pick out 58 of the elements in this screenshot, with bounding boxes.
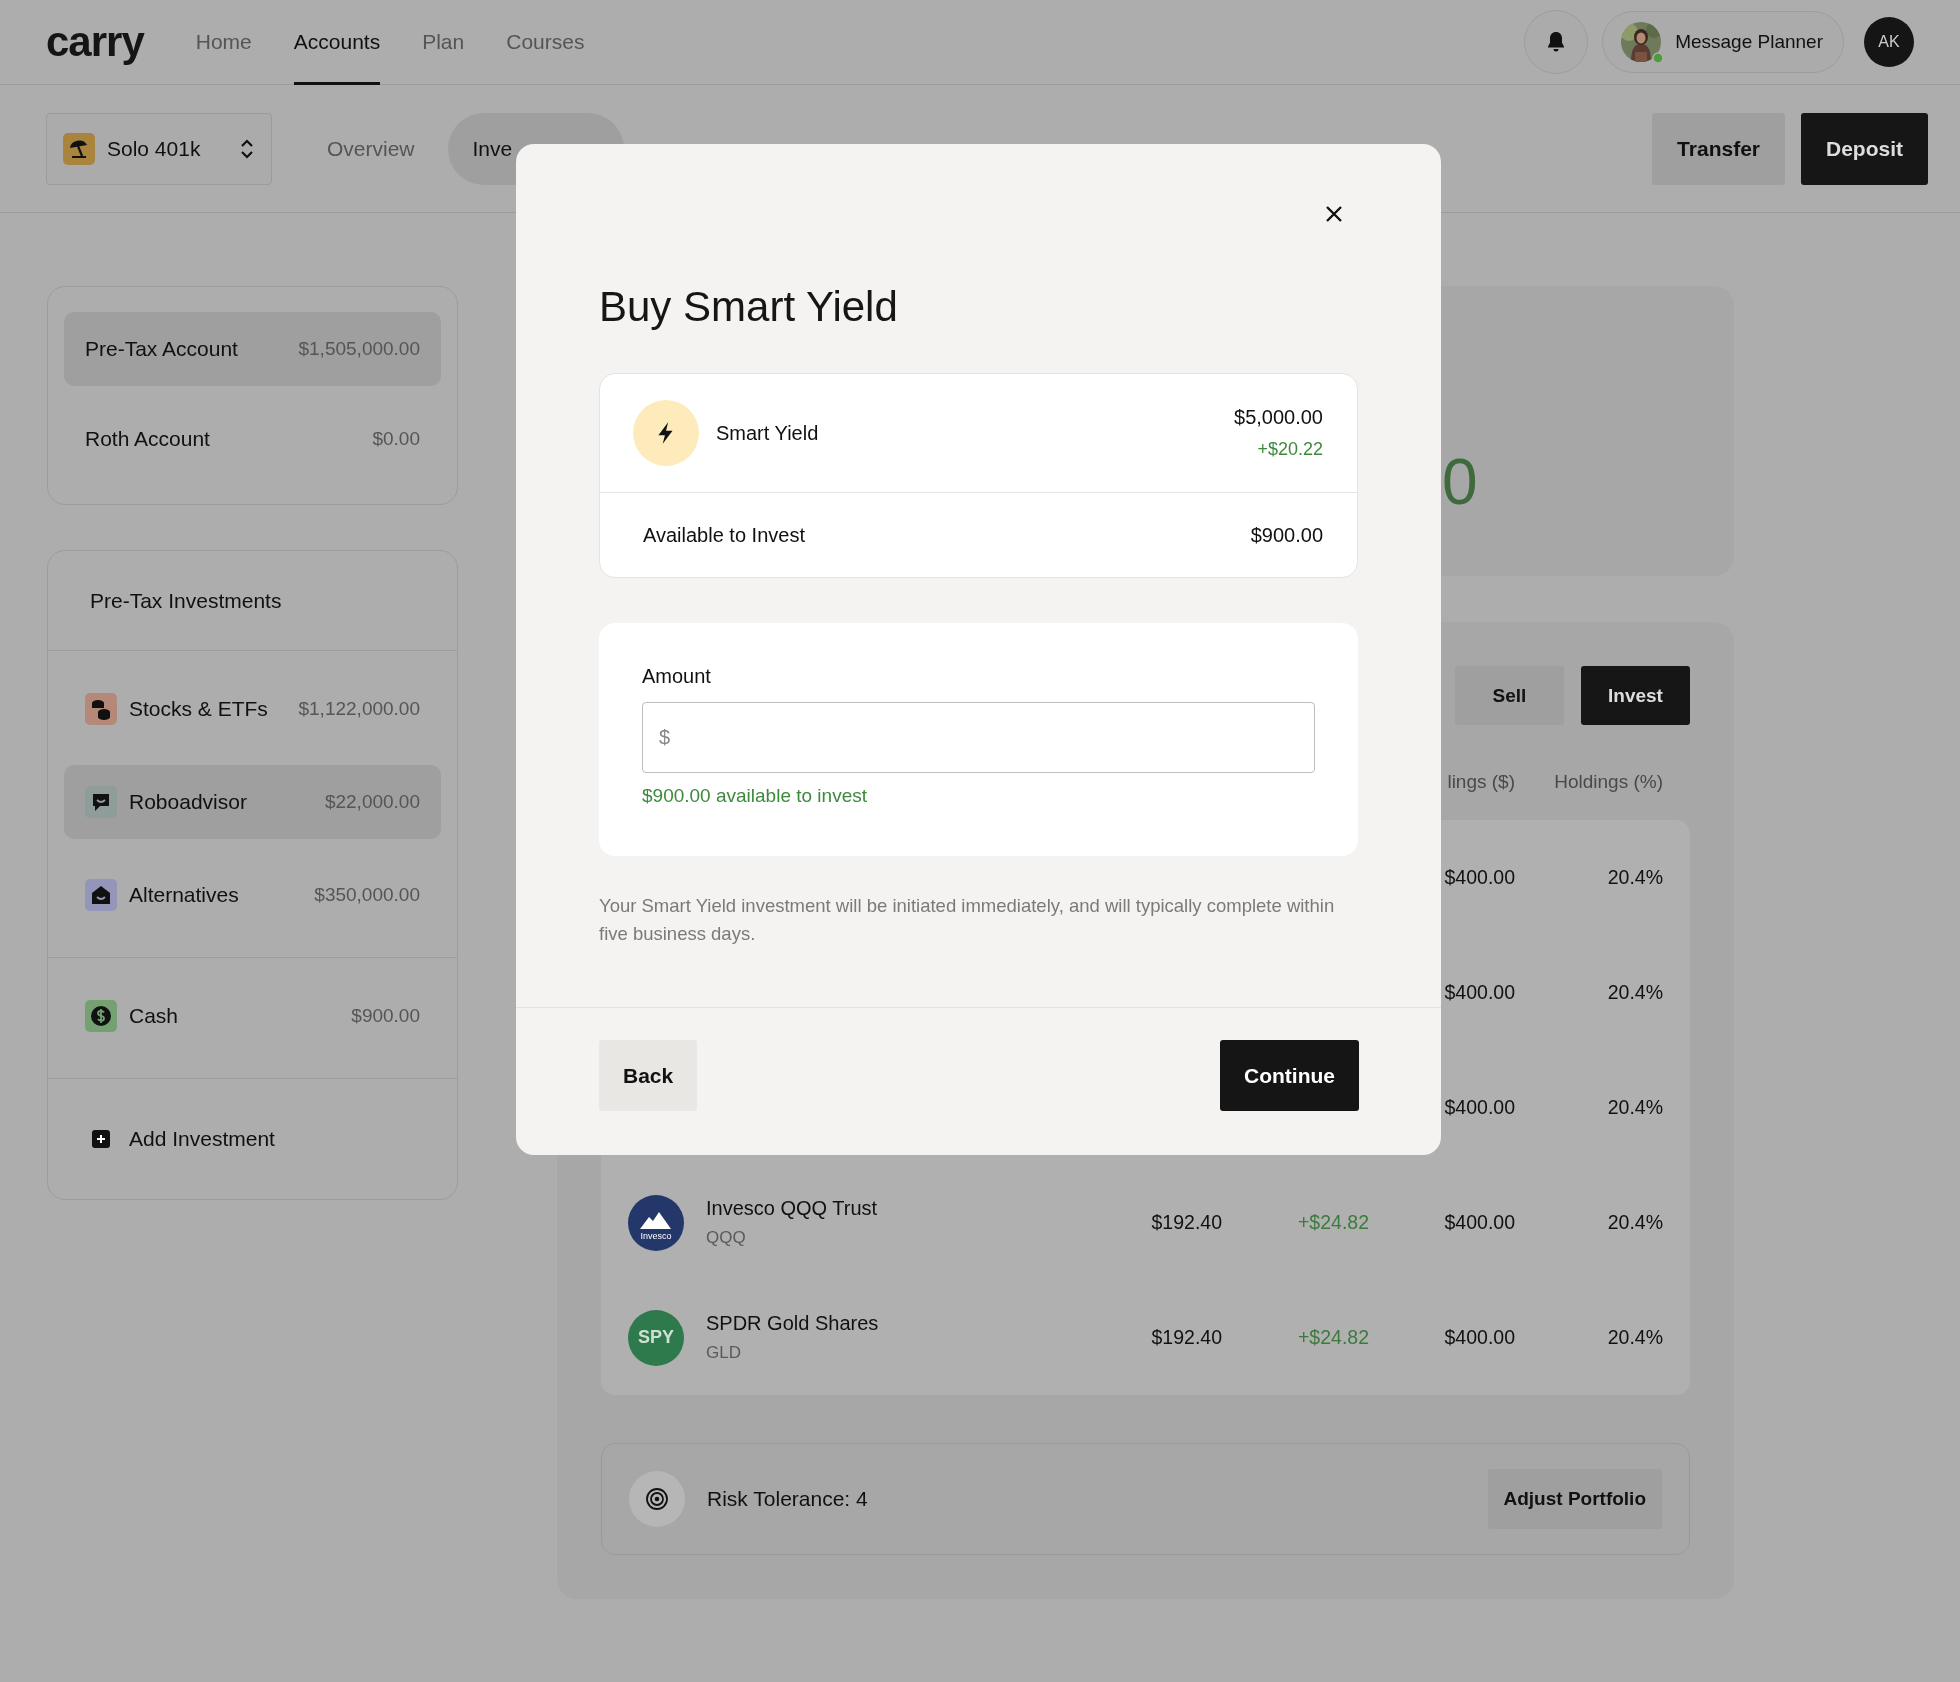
product-name: Smart Yield (716, 421, 819, 445)
amount-field[interactable]: $ (642, 702, 1315, 773)
adjust-portfolio-button[interactable]: Adjust Portfolio (1487, 1469, 1662, 1529)
ticker: GLD (706, 1343, 742, 1363)
message-planner-button[interactable]: Message Planner (1602, 11, 1844, 73)
account-item[interactable]: Pre-Tax Account $1,505,000.00 (64, 312, 441, 386)
risk-tolerance-label: Risk Tolerance: 4 (707, 1487, 868, 1511)
table-cell-text: 20.4% (1606, 1211, 1663, 1234)
table-cell-text: 20.4% (1606, 1096, 1663, 1119)
transfer-button[interactable]: Transfer (1652, 112, 1785, 185)
account-item[interactable]: Roth Account $0.00 (64, 402, 441, 476)
user-avatar[interactable]: AK (1864, 17, 1914, 67)
amount-label: Amount (642, 665, 712, 688)
table-cell-text: 20.4% (1606, 981, 1663, 1004)
available-label: Available to Invest (643, 523, 805, 547)
table-cell-text: $400.00 (1443, 866, 1515, 889)
available-value: $900.00 (1250, 523, 1323, 547)
sell-button[interactable]: Sell (1455, 666, 1564, 725)
section-title: Pre-Tax Investments (90, 588, 282, 613)
close-icon[interactable] (1324, 204, 1344, 224)
investment-item[interactable]: Stocks & ETFs $1,122,000.00 (64, 672, 441, 746)
column-header: Holdings (%) (1553, 771, 1663, 793)
disclaimer-text: Your Smart Yield investment will be initiated immediately, and will typically complete within five business days. (599, 894, 1336, 946)
fund-name: SPDR Gold Shares (706, 1312, 879, 1335)
product-value: $5,000.00 (1234, 406, 1323, 429)
table-cell-text: $192.40 (1150, 1326, 1222, 1349)
back-button[interactable]: Back (599, 1040, 698, 1111)
table-cell-text: $192.40 (1150, 1211, 1222, 1234)
plus-icon (92, 1130, 110, 1148)
ticker: QQQ (706, 1228, 747, 1248)
modal-title: Buy Smart Yield (599, 282, 899, 332)
deposit-button[interactable]: Deposit (1801, 112, 1928, 185)
table-cell-text: $400.00 (1443, 1211, 1515, 1234)
invest-button[interactable]: Invest (1581, 666, 1690, 725)
account-selector[interactable]: Solo 401k (46, 112, 272, 185)
table-cell-text: +$24.82 (1296, 1326, 1369, 1349)
column-header: lings ($) (1446, 771, 1515, 793)
table-cell-text: +$24.82 (1296, 1211, 1369, 1234)
logo[interactable]: carry (46, 18, 144, 66)
table-cell-text: 20.4% (1606, 866, 1663, 889)
fund-logo-icon: Invesco (628, 1194, 684, 1251)
investment-item[interactable]: Cash $900.00 (64, 979, 441, 1053)
product-change: +$20.22 (1257, 439, 1323, 460)
online-status-icon (1652, 52, 1665, 64)
table-cell-text: $400.00 (1443, 1326, 1515, 1349)
fund-logo: SPY (628, 1309, 684, 1366)
table-cell-text: 20.4% (1606, 1326, 1663, 1349)
balance-value: 0 (1442, 446, 1478, 518)
umbrella-icon (63, 132, 95, 165)
fund-name: Invesco QQQ Trust (706, 1197, 878, 1220)
available-hint: $900.00 available to invest (642, 785, 868, 807)
add-investment-button[interactable]: Add Investment (86, 1126, 281, 1152)
table-cell-text: $400.00 (1443, 981, 1515, 1004)
nav-link[interactable]: Accounts (293, 0, 381, 85)
investment-item[interactable]: Alternatives $350,000.00 (64, 858, 441, 932)
table-cell-text: $400.00 (1443, 1096, 1515, 1119)
investment-item[interactable]: Roboadvisor $22,000.00 (64, 765, 441, 839)
continue-button[interactable]: Continue (1220, 1040, 1359, 1111)
